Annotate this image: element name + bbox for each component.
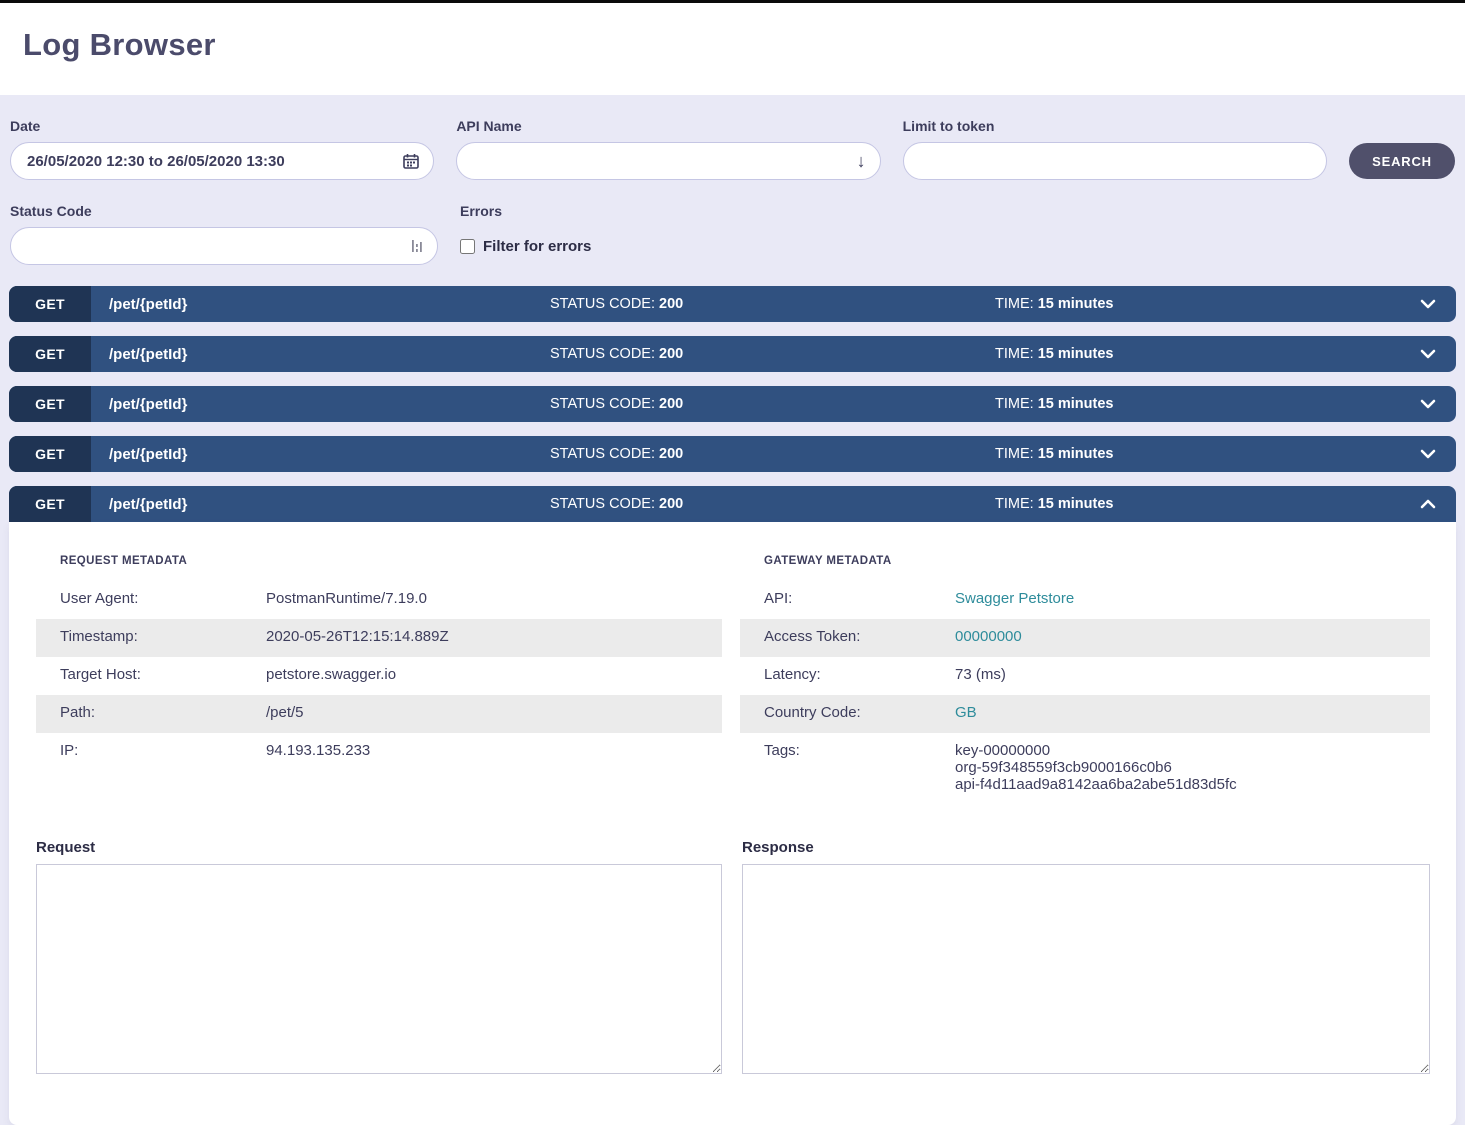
filter-errors-checkbox-label[interactable]: Filter for errors — [483, 238, 591, 255]
date-label: Date — [10, 118, 434, 134]
gateway-metadata-title: GATEWAY METADATA — [764, 555, 1430, 567]
log-item: GET /pet/{petId} STATUS CODE: 200 TIME: … — [9, 336, 1456, 372]
status-code-input[interactable] — [27, 238, 403, 255]
log-row-status: STATUS CODE: 200 — [540, 496, 985, 512]
method-badge: GET — [9, 286, 91, 322]
meta-row-timestamp: Timestamp: 2020-05-26T12:15:14.889Z — [36, 619, 722, 657]
log-row-header[interactable]: GET /pet/{petId} STATUS CODE: 200 TIME: … — [9, 486, 1456, 522]
chevron-down-icon[interactable] — [1400, 449, 1456, 459]
meta-row-path: Path: /pet/5 — [36, 695, 722, 733]
filter-errors-checkbox[interactable] — [460, 239, 475, 254]
log-row-status: STATUS CODE: 200 — [540, 296, 985, 312]
log-row-time: TIME: 15 minutes — [985, 446, 1400, 462]
meta-row-access-token: Access Token: 00000000 — [740, 619, 1430, 657]
limit-to-token-label: Limit to token — [903, 118, 1327, 134]
gateway-metadata-section: GATEWAY METADATA API: Swagger Petstore A… — [740, 555, 1430, 802]
response-body-textarea[interactable] — [742, 864, 1430, 1074]
status-code-field: Status Code — [10, 203, 438, 265]
log-row-status: STATUS CODE: 200 — [540, 446, 985, 462]
log-row-time: TIME: 15 minutes — [985, 496, 1400, 512]
log-detail-panel: REQUEST METADATA User Agent: PostmanRunt… — [9, 522, 1456, 1125]
chevron-down-icon[interactable] — [1400, 399, 1456, 409]
log-item: GET /pet/{petId} STATUS CODE: 200 TIME: … — [9, 386, 1456, 422]
request-body-label: Request — [36, 839, 722, 856]
errors-field: Errors Filter for errors — [460, 203, 888, 265]
meta-row-tags: Tags: key-00000000 org-59f348559f3cb9000… — [740, 733, 1430, 802]
api-link[interactable]: Swagger Petstore — [955, 590, 1074, 607]
search-button[interactable]: SEARCH — [1349, 143, 1455, 179]
log-row-time: TIME: 15 minutes — [985, 396, 1400, 412]
request-body-textarea[interactable] — [36, 864, 722, 1074]
log-item-expanded: GET /pet/{petId} STATUS CODE: 200 TIME: … — [9, 486, 1456, 1125]
page-header: Log Browser — [0, 3, 1465, 95]
down-arrow-icon[interactable]: ↓ — [857, 152, 866, 170]
date-input[interactable] — [27, 153, 395, 170]
chevron-up-icon[interactable] — [1400, 499, 1456, 509]
method-badge: GET — [9, 336, 91, 372]
log-row-path: /pet/{petId} — [91, 496, 540, 513]
api-name-input[interactable] — [473, 153, 848, 170]
status-code-label: Status Code — [10, 203, 438, 219]
log-row-path: /pet/{petId} — [91, 346, 540, 363]
request-metadata-section: REQUEST METADATA User Agent: PostmanRunt… — [36, 555, 722, 802]
meta-row-country-code: Country Code: GB — [740, 695, 1430, 733]
meta-row-latency: Latency: 73 (ms) — [740, 657, 1430, 695]
request-metadata-title: REQUEST METADATA — [60, 555, 722, 567]
log-row-path: /pet/{petId} — [91, 446, 540, 463]
log-item: GET /pet/{petId} STATUS CODE: 200 TIME: … — [9, 436, 1456, 472]
limit-to-token-field: Limit to token — [903, 118, 1327, 180]
api-name-field: API Name ↓ — [456, 118, 880, 180]
log-row-path: /pet/{petId} — [91, 396, 540, 413]
gateway-metadata-table: API: Swagger Petstore Access Token: 0000… — [740, 581, 1430, 802]
log-item: GET /pet/{petId} STATUS CODE: 200 TIME: … — [9, 286, 1456, 322]
meta-row-api: API: Swagger Petstore — [740, 581, 1430, 619]
log-row-time: TIME: 15 minutes — [985, 346, 1400, 362]
log-row-header[interactable]: GET /pet/{petId} STATUS CODE: 200 TIME: … — [9, 336, 1456, 372]
response-body-section: Response — [742, 839, 1430, 1079]
date-input-shell[interactable] — [10, 142, 434, 180]
chevron-down-icon[interactable] — [1400, 349, 1456, 359]
status-code-shell[interactable] — [10, 227, 438, 265]
filters-section: Date — [9, 118, 1456, 265]
api-name-select[interactable]: ↓ — [456, 142, 880, 180]
log-row-time: TIME: 15 minutes — [985, 296, 1400, 312]
meta-row-user-agent: User Agent: PostmanRuntime/7.19.0 — [36, 581, 722, 619]
limit-to-token-input[interactable] — [920, 153, 1312, 170]
log-row-path: /pet/{petId} — [91, 296, 540, 313]
meta-row-ip: IP: 94.193.135.233 — [36, 733, 722, 771]
log-row-status: STATUS CODE: 200 — [540, 346, 985, 362]
log-row-header[interactable]: GET /pet/{petId} STATUS CODE: 200 TIME: … — [9, 386, 1456, 422]
limit-to-token-shell[interactable] — [903, 142, 1327, 180]
log-list: GET /pet/{petId} STATUS CODE: 200 TIME: … — [9, 286, 1456, 1125]
main-content: Date — [0, 95, 1465, 1125]
calendar-icon[interactable] — [403, 153, 419, 169]
method-badge: GET — [9, 386, 91, 422]
log-row-header[interactable]: GET /pet/{petId} STATUS CODE: 200 TIME: … — [9, 286, 1456, 322]
chevron-down-icon[interactable] — [1400, 299, 1456, 309]
page-title: Log Browser — [23, 27, 1465, 63]
request-metadata-table: User Agent: PostmanRuntime/7.19.0 Timest… — [36, 581, 722, 771]
bars-icon — [411, 238, 423, 254]
log-row-header[interactable]: GET /pet/{petId} STATUS CODE: 200 TIME: … — [9, 436, 1456, 472]
meta-row-target-host: Target Host: petstore.swagger.io — [36, 657, 722, 695]
log-row-status: STATUS CODE: 200 — [540, 396, 985, 412]
country-code-link[interactable]: GB — [955, 704, 977, 721]
access-token-link[interactable]: 00000000 — [955, 628, 1022, 645]
date-field: Date — [10, 118, 434, 180]
request-body-section: Request — [36, 839, 722, 1079]
api-name-label: API Name — [456, 118, 880, 134]
method-badge: GET — [9, 486, 91, 522]
method-badge: GET — [9, 436, 91, 472]
errors-label: Errors — [460, 203, 888, 219]
response-body-label: Response — [742, 839, 1430, 856]
